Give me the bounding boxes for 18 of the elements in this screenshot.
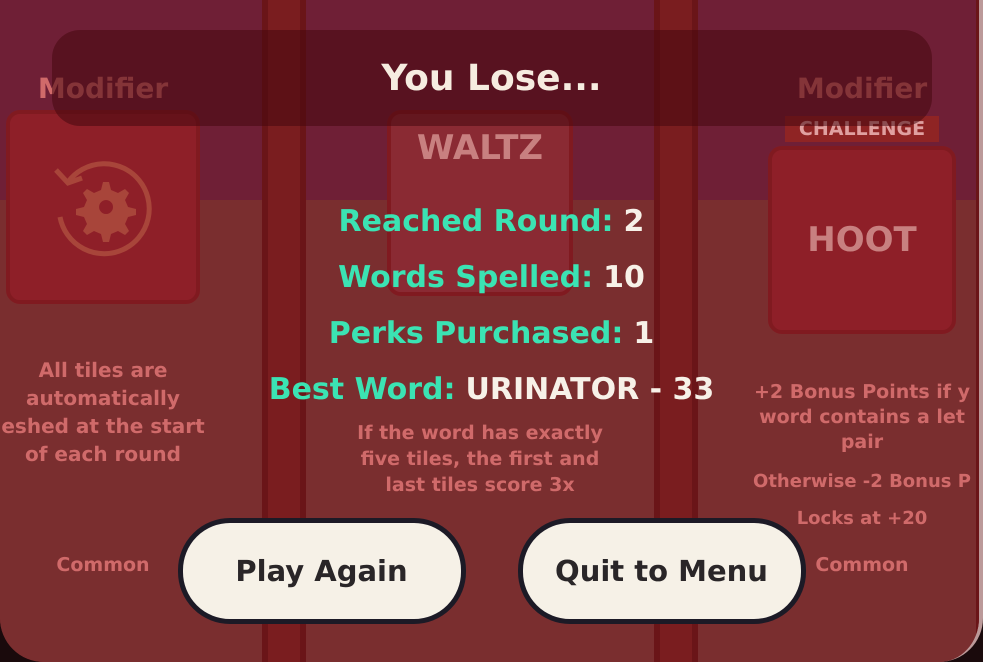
stat-value: URINATOR - 33 [465, 371, 714, 409]
card-description: If the word has exactly five tiles, the first and last tiles score 3x [357, 421, 603, 498]
rarity-label: Common [56, 554, 150, 576]
card-description: All tiles are automatically eshed at the start of each round [1, 357, 205, 468]
stat-label: Best Word: [268, 371, 456, 409]
word-tile: HOOT [768, 146, 956, 334]
stat-label: Reached Round: [338, 203, 614, 241]
stat-value: 1 [633, 315, 654, 353]
card-header: Modifier [38, 72, 168, 106]
stat-label: Perks Purchased: [328, 315, 624, 353]
stat-value: 10 [603, 259, 645, 297]
rarity-label: Common [815, 554, 909, 576]
card-description: +2 Bonus Points if y word contains a let pair [754, 380, 970, 455]
card-note: Otherwise -2 Bonus P [753, 471, 971, 492]
challenge-badge: CHALLENGE [784, 116, 940, 142]
stat-label: Words Spelled: [338, 259, 594, 297]
stat-value: 2 [624, 203, 644, 241]
play-again-button[interactable]: Play Again [178, 518, 466, 624]
